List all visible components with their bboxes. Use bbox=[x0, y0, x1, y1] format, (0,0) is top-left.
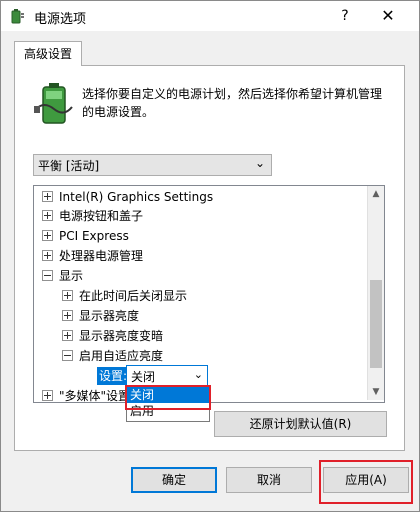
tree-item-label: PCI Express bbox=[59, 229, 129, 243]
expand-icon[interactable] bbox=[42, 250, 53, 261]
setting-dropdown-value: 关闭 bbox=[131, 370, 156, 384]
tab-advanced-settings[interactable]: 高级设置 bbox=[14, 41, 82, 66]
tree-item-label: 显示器亮度 bbox=[79, 309, 140, 323]
tree-item[interactable]: Intel(R) Graphics Settings bbox=[42, 187, 213, 207]
tree-item[interactable]: 启用自适应亮度 bbox=[62, 346, 163, 366]
title-bar: 电源选项 ? ✕ bbox=[1, 1, 419, 31]
power-options-icon bbox=[11, 9, 24, 24]
expand-icon[interactable] bbox=[62, 330, 73, 341]
highlight-box bbox=[125, 385, 211, 410]
tree-item[interactable]: 处理器电源管理 bbox=[42, 246, 143, 266]
help-button[interactable]: ? bbox=[333, 5, 357, 27]
tree-item-label: "多媒体"设置 bbox=[59, 389, 131, 403]
collapse-icon[interactable] bbox=[42, 270, 53, 281]
tree-item[interactable]: 显示器亮度变暗 bbox=[62, 326, 163, 346]
tree-scrollbar[interactable]: ▲ ▼ bbox=[367, 186, 384, 400]
expand-icon[interactable] bbox=[42, 390, 53, 401]
restore-defaults-button[interactable]: 还原计划默认值(R) bbox=[214, 411, 387, 437]
scrollbar-thumb[interactable] bbox=[370, 280, 382, 368]
tree-item-label: 启用自适应亮度 bbox=[79, 349, 164, 363]
scroll-up-icon[interactable]: ▲ bbox=[368, 186, 384, 202]
cancel-button[interactable]: 取消 bbox=[226, 467, 312, 493]
tree-item[interactable]: PCI Express bbox=[42, 226, 129, 246]
highlight-box bbox=[319, 460, 413, 504]
tree-item-label: 显示器亮度变暗 bbox=[79, 329, 164, 343]
expand-icon[interactable] bbox=[42, 230, 53, 241]
chevron-down-icon: ⌄ bbox=[193, 368, 203, 381]
tree-item[interactable]: 在此时间后关闭显示 bbox=[62, 286, 187, 306]
expand-icon[interactable] bbox=[42, 210, 53, 221]
tree-item-label: 处理器电源管理 bbox=[59, 249, 144, 263]
settings-tree[interactable]: Intel(R) Graphics Settings 电源按钮和盖子 PCI E… bbox=[33, 185, 385, 403]
tree-item[interactable]: 显示器亮度 bbox=[62, 306, 139, 326]
tree-item-label: 电源按钮和盖子 bbox=[59, 209, 144, 223]
plan-select-value: 平衡 [活动] bbox=[38, 159, 100, 173]
ok-button[interactable]: 确定 bbox=[131, 467, 217, 493]
collapse-icon[interactable] bbox=[62, 350, 73, 361]
setting-label: 设置: bbox=[97, 367, 130, 385]
battery-plug-icon bbox=[34, 83, 73, 124]
expand-icon[interactable] bbox=[62, 310, 73, 321]
tree-item-label: Intel(R) Graphics Settings bbox=[59, 190, 214, 204]
tree-item-label: 显示 bbox=[59, 269, 84, 283]
description-text: 选择你要自定义的电源计划，然后选择你希望计算机管理的电源设置。 bbox=[82, 87, 383, 119]
power-plan-select[interactable]: 平衡 [活动] ⌄ bbox=[33, 154, 272, 176]
expand-icon[interactable] bbox=[62, 290, 73, 301]
window-title: 电源选项 bbox=[34, 12, 87, 27]
tree-item[interactable]: 显示 bbox=[42, 266, 83, 286]
expand-icon[interactable] bbox=[42, 191, 53, 202]
power-options-dialog: 电源选项 ? ✕ 高级设置 选择你要自定义的电源计划，然后选择你希望计算机管理的… bbox=[0, 0, 420, 512]
tree-item[interactable]: "多媒体"设置 bbox=[42, 386, 131, 403]
chevron-down-icon: ⌄ bbox=[254, 156, 265, 170]
tree-item[interactable]: 电源按钮和盖子 bbox=[42, 206, 143, 226]
tree-item-label: 在此时间后关闭显示 bbox=[79, 289, 188, 303]
setting-dropdown[interactable]: 关闭 ⌄ bbox=[126, 365, 208, 387]
close-button[interactable]: ✕ bbox=[373, 5, 403, 27]
scroll-down-icon[interactable]: ▼ bbox=[368, 384, 384, 400]
tab-label: 高级设置 bbox=[23, 47, 72, 61]
